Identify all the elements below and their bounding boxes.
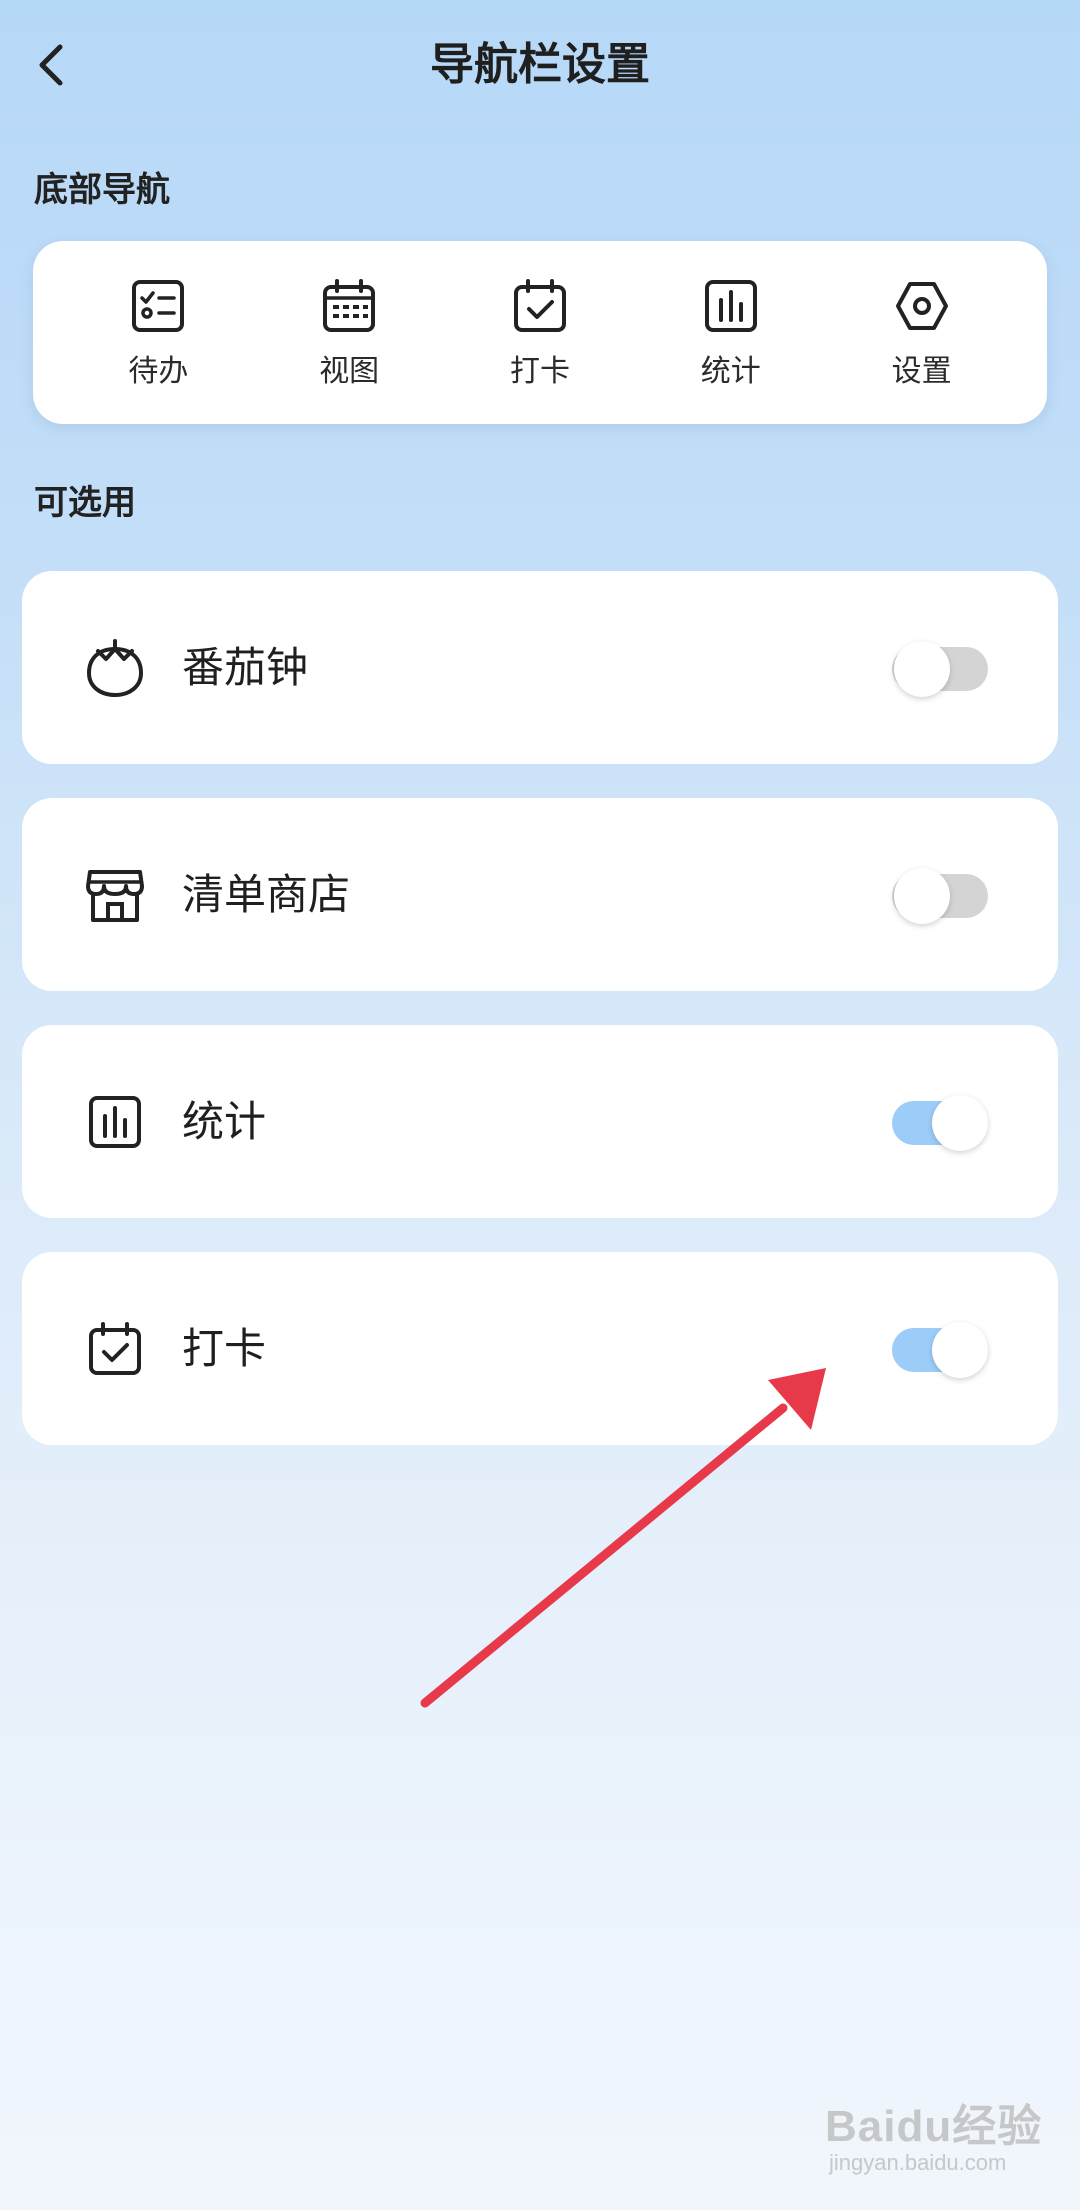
nav-item-label: 待办 — [128, 353, 189, 389]
calendar-check-icon — [510, 276, 570, 336]
bar-chart-icon — [701, 276, 761, 336]
checkin-toggle[interactable] — [870, 1322, 988, 1378]
list-store-toggle[interactable] — [870, 868, 988, 924]
pomodoro-toggle[interactable] — [870, 641, 988, 697]
nav-item-label: 设置 — [891, 353, 952, 389]
option-label: 统计 — [182, 1097, 267, 1146]
option-row-checkin: 打卡 — [22, 1252, 1058, 1445]
page-title: 导航栏设置 — [430, 39, 650, 90]
option-row-pomodoro: 番茄钟 — [22, 571, 1058, 764]
toggle-knob — [894, 868, 950, 924]
tomato-icon — [82, 635, 148, 701]
option-label: 清单商店 — [182, 870, 351, 919]
nav-item-label: 打卡 — [509, 353, 570, 389]
nav-item-settings[interactable]: 设置 — [847, 276, 997, 390]
option-row-list-store: 清单商店 — [22, 798, 1058, 991]
calendar-grid-icon — [319, 276, 379, 336]
toggle-knob — [894, 641, 950, 697]
nav-item-view[interactable]: 视图 — [274, 276, 424, 390]
section-label-bottom-nav: 底部导航 — [34, 170, 170, 210]
header-bar: 导航栏设置 — [0, 0, 1080, 130]
bottom-nav-preview: 待办 视图 打卡 统计 设置 — [33, 241, 1047, 424]
option-label: 番茄钟 — [182, 643, 309, 692]
watermark: Baidu经验 jingyan.baidu.com — [825, 2090, 1042, 2176]
hexagon-gear-icon — [892, 276, 952, 336]
option-label: 打卡 — [182, 1324, 267, 1373]
nav-item-checkin[interactable]: 打卡 — [465, 276, 615, 390]
bar-chart-icon — [82, 1089, 148, 1155]
nav-item-stats[interactable]: 统计 — [656, 276, 806, 390]
store-icon — [82, 862, 148, 928]
stats-toggle[interactable] — [870, 1095, 988, 1151]
watermark-brand: Baidu经验 — [825, 2102, 1043, 2151]
nav-item-label: 统计 — [700, 353, 761, 389]
nav-item-todo[interactable]: 待办 — [83, 276, 233, 390]
section-label-optional: 可选用 — [34, 483, 136, 523]
checklist-icon — [128, 276, 188, 336]
option-row-stats: 统计 — [22, 1025, 1058, 1218]
toggle-knob — [932, 1322, 988, 1378]
nav-item-label: 视图 — [319, 353, 380, 389]
toggle-knob — [932, 1095, 988, 1151]
calendar-check-icon — [82, 1316, 148, 1382]
